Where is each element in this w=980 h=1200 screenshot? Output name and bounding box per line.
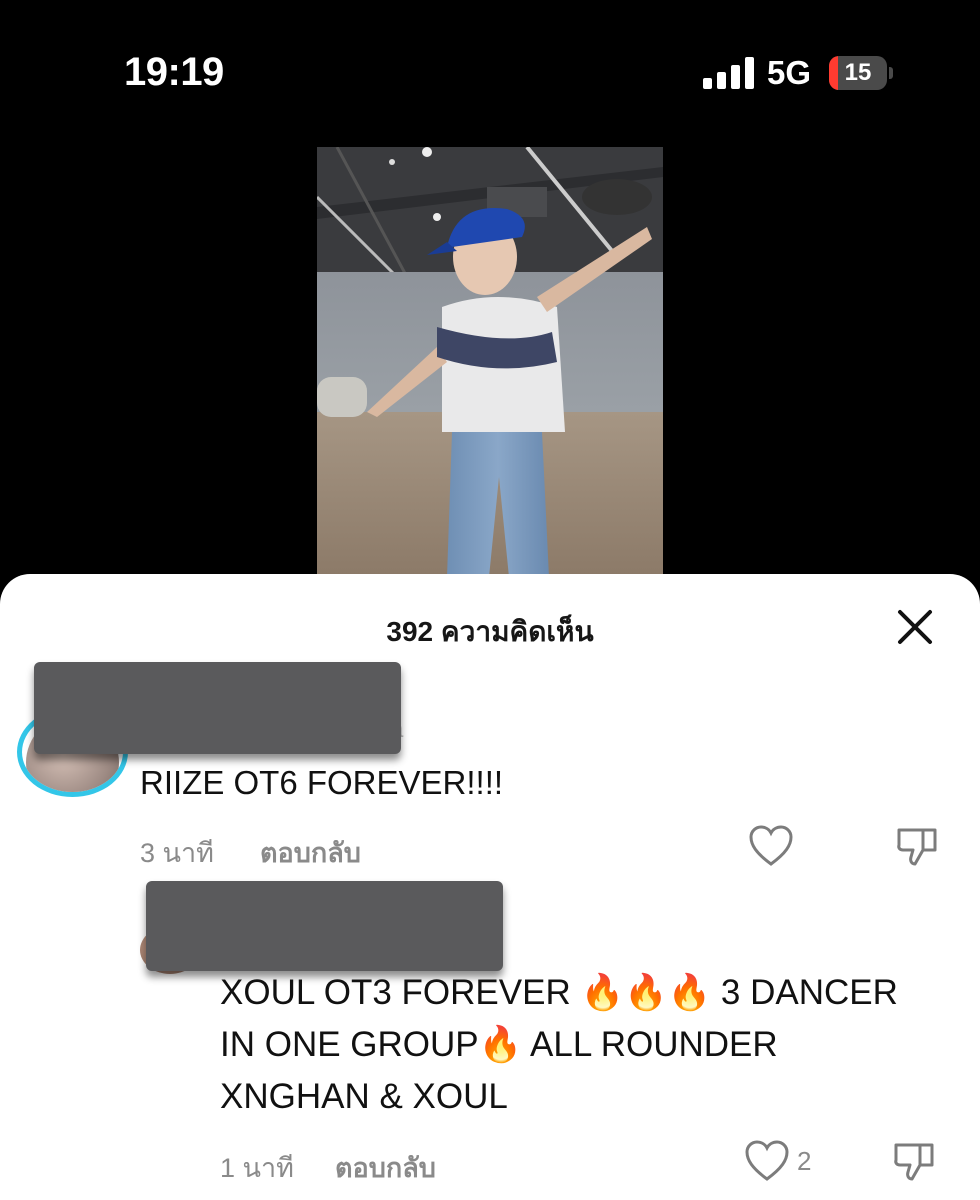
heart-icon [749, 825, 793, 866]
redacted-username [34, 662, 401, 754]
video-player[interactable] [317, 147, 663, 577]
network-type: 5G [767, 54, 812, 91]
redacted-username [146, 881, 503, 971]
comment-text-line-3: XNGHAN & XOUL [220, 1077, 508, 1116]
like-button[interactable] [744, 1139, 790, 1183]
dislike-button[interactable] [895, 824, 941, 868]
comment-time: 1 นาที [220, 1153, 294, 1183]
comments-sheet: 392 ความคิดเห็น a RIIZE OT6 FOREVER!!!! … [0, 574, 980, 1200]
like-count: 2 [797, 1146, 812, 1176]
comment-text-line-1: XOUL OT3 FOREVER 🔥🔥🔥 3 DANCER [220, 973, 898, 1012]
comments-count-title: 392 ความคิดเห็น [386, 616, 594, 647]
close-icon [898, 610, 932, 644]
like-button[interactable] [748, 824, 794, 868]
battery-level: 15 [844, 59, 872, 86]
reply-button[interactable]: ตอบกลับ [335, 1146, 436, 1189]
dislike-button[interactable] [892, 1139, 938, 1183]
comment-text-line-2: IN ONE GROUP🔥 ALL ROUNDER [220, 1025, 778, 1064]
thumbs-down-icon [897, 828, 937, 866]
comment-text: RIIZE OT6 FOREVER!!!! [140, 764, 504, 801]
reply-button[interactable]: ตอบกลับ [260, 831, 361, 874]
video-thumbnail [317, 147, 663, 577]
thumbs-down-icon [894, 1143, 934, 1181]
comment-time: 3 นาที [140, 838, 214, 868]
close-button[interactable] [892, 604, 938, 650]
status-time: 19:19 [124, 50, 224, 94]
battery-icon: 15 [829, 56, 893, 90]
cellular-signal-icon [703, 57, 755, 89]
heart-icon [745, 1140, 789, 1181]
